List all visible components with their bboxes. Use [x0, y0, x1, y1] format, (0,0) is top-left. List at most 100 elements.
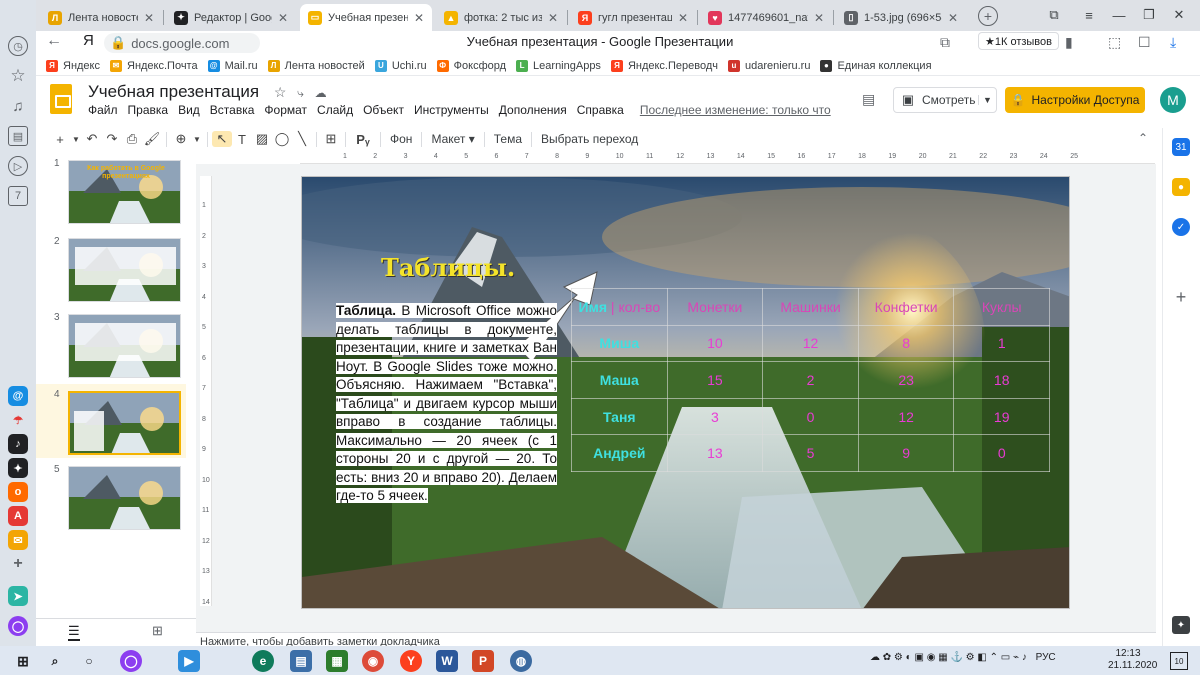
browser-tab[interactable]: ▭ Учебная презентац ✕ — [300, 4, 432, 31]
menu-item[interactable]: Файл — [88, 103, 118, 117]
slide-canvas[interactable]: Таблицы. Таблица. В Microsoft Office мож… — [301, 176, 1070, 609]
slide-thumbnail[interactable] — [68, 238, 181, 302]
browser-tab[interactable]: ♥ 1477469601_nature ✕ — [700, 4, 832, 31]
table-cell-value[interactable]: 10 — [666, 324, 764, 363]
explore-icon[interactable]: ✦ — [1172, 616, 1190, 634]
word-icon[interactable]: W — [436, 650, 458, 672]
bookmark-item[interactable]: u udarenieru.ru — [728, 59, 810, 72]
table-header-cell[interactable]: Имя | кол-во — [571, 288, 668, 326]
store-icon[interactable]: ▦ — [326, 650, 348, 672]
play-icon[interactable]: ▷ — [8, 156, 28, 176]
reviews-badge[interactable]: ★1К отзывов — [978, 32, 1059, 50]
alice-taskbar-icon[interactable]: ◯ — [120, 650, 142, 672]
table-cell-value[interactable]: 1 — [953, 324, 1050, 363]
bookmark-item[interactable]: ● Единая коллекция — [820, 59, 932, 72]
tab-close-icon[interactable]: ✕ — [678, 11, 688, 25]
tab-close-icon[interactable]: ✕ — [948, 11, 958, 25]
browser-tab[interactable]: ✦ Редактор | Google ✕ — [166, 4, 296, 31]
tab-close-icon[interactable]: ✕ — [414, 11, 424, 25]
menu-item[interactable]: Слайд — [317, 103, 353, 117]
explorer-icon[interactable]: ▤ — [290, 650, 312, 672]
table-header-cell[interactable]: Машинки — [762, 288, 859, 326]
table-cell-value[interactable]: 13 — [666, 434, 764, 472]
layout-button[interactable]: Макет ▾ — [426, 132, 479, 146]
document-title-text[interactable]: Учебная презентация — [88, 82, 259, 101]
last-edit-link[interactable]: Последнее изменение: только что — [640, 103, 831, 117]
bookmark-item[interactable]: ✉ Яндекс.Почта — [110, 59, 198, 72]
browser-tab[interactable]: ▯ 1-53.jpg (696×589) ✕ — [836, 4, 966, 31]
table-cell-value[interactable]: 0 — [953, 434, 1050, 472]
zoom-dropdown-icon[interactable]: ▼ — [191, 135, 203, 144]
close-window-icon[interactable]: ✕ — [1170, 6, 1188, 24]
new-tab-button[interactable]: + — [978, 6, 998, 26]
bookmark-item[interactable]: Л Лента новостей — [267, 59, 365, 72]
menu-item[interactable]: Дополнения — [499, 103, 567, 117]
slides-logo-icon[interactable] — [50, 84, 72, 114]
tab-close-icon[interactable]: ✕ — [278, 11, 288, 25]
theme-button[interactable]: Тема — [489, 132, 527, 146]
sparkle-app-icon[interactable]: ✦ — [8, 458, 28, 478]
music-app-icon[interactable]: ♪ — [8, 434, 28, 454]
horizontal-ruler[interactable]: 1 2 3 4 5 6 7 8 9 10 11 12 13 14 15 16 17 18 19 20 21 22 23 24 2… — [300, 152, 1155, 164]
print-icon[interactable]: ⎙ — [122, 131, 142, 147]
undo-icon[interactable]: ↶ — [82, 131, 102, 147]
bookmark-item[interactable]: Ф Фоксфорд — [436, 59, 506, 72]
slide-thumbnail[interactable] — [68, 314, 181, 378]
menu-item[interactable]: Вставка — [210, 103, 255, 117]
collapse-toolbar-icon[interactable]: ⌃ — [1138, 131, 1148, 145]
slide-table[interactable]: Имя | кол-во Монетки Машинки Конфетки Куклы М… — [571, 288, 1050, 472]
tab-close-icon[interactable]: ✕ — [814, 11, 824, 25]
bookmark-item[interactable]: Я Яндекс — [46, 59, 100, 72]
powerpoint-icon[interactable]: P — [472, 650, 494, 672]
collections-icon[interactable]: ▤ — [8, 126, 28, 146]
select-cursor-icon[interactable]: ↖ — [212, 131, 232, 147]
bookmark-item[interactable]: Я Яндекс.Переводч — [610, 59, 718, 72]
new-slide-dropdown-icon[interactable]: ▼ — [70, 135, 82, 144]
table-cell-value[interactable]: 2 — [762, 361, 859, 399]
notifications-bell-icon[interactable]: ♫ — [8, 96, 28, 116]
mail-app-icon[interactable]: ✉ — [8, 530, 28, 550]
edge-icon[interactable]: e — [252, 650, 274, 672]
slide-thumbnail[interactable] — [68, 391, 181, 455]
present-dropdown-icon[interactable]: ▼ — [978, 95, 996, 105]
table-header-cell[interactable]: Монетки — [666, 288, 764, 326]
seven-icon[interactable]: 7 — [8, 186, 28, 206]
send-app-icon[interactable]: ➤ — [8, 586, 28, 606]
menu-item[interactable]: Инструменты — [414, 103, 489, 117]
bookmark-icon[interactable]: ▮ — [1065, 34, 1073, 51]
table-cell-value[interactable]: 23 — [857, 361, 955, 399]
weather-app-icon[interactable]: A — [8, 506, 28, 526]
speaker-notes[interactable]: Нажмите, чтобы добавить заметки докладчи… — [196, 632, 1156, 646]
zoom-app-icon[interactable]: ▶ — [178, 650, 200, 672]
shape-icon[interactable]: ◯ — [272, 131, 292, 147]
browser-tab[interactable]: Л Лента новостей ✕ — [40, 4, 162, 31]
tab-close-icon[interactable]: ✕ — [144, 11, 154, 25]
comment-add-icon[interactable]: ⊞ — [321, 131, 341, 147]
collections-icon[interactable]: ☐ — [1138, 34, 1151, 51]
browser-tab[interactable]: ▲ фотка: 2 тыс изобр ✕ — [436, 4, 566, 31]
table-cell-name[interactable]: Таня — [571, 397, 668, 436]
tab-close-icon[interactable]: ✕ — [548, 11, 558, 25]
vertical-ruler[interactable]: 1 2 3 4 5 6 7 8 9 10 11 12 13 14 — [200, 176, 212, 606]
menu-item[interactable]: Вид — [178, 103, 200, 117]
table-header-cell[interactable]: Конфетки — [857, 288, 955, 326]
umbrella-app-icon[interactable]: ☂ — [8, 410, 28, 430]
new-slide-icon[interactable]: + — [50, 132, 70, 147]
document-title[interactable]: Учебная презентация ☆ ⤷ ☁ — [88, 82, 327, 102]
star-icon[interactable]: ☆ — [274, 84, 287, 100]
favorites-star-icon[interactable]: ☆ — [8, 66, 28, 86]
table-header-cell[interactable]: Куклы — [953, 288, 1050, 326]
bookmark-item[interactable]: @ Mail.ru — [207, 59, 258, 72]
table-cell-name[interactable]: Миша — [571, 324, 668, 363]
chrome-icon[interactable]: ◉ — [362, 650, 384, 672]
browser-tab[interactable]: Ягугл презентация – ✕ — [570, 4, 696, 31]
table-cell-value[interactable]: 15 — [666, 361, 764, 399]
menu-item[interactable]: Формат — [264, 103, 307, 117]
mail-ru-app-icon[interactable]: @ — [8, 386, 28, 406]
slide-thumbnail[interactable]: Как работать в Google презентациях — [68, 160, 181, 224]
cortana-icon[interactable]: ○ — [78, 650, 100, 672]
avatar[interactable]: M — [1160, 87, 1186, 113]
add-app-icon[interactable]: + — [8, 554, 28, 574]
screen-icon[interactable]: ⧉ — [940, 34, 950, 51]
redo-icon[interactable]: ↷ — [102, 131, 122, 147]
